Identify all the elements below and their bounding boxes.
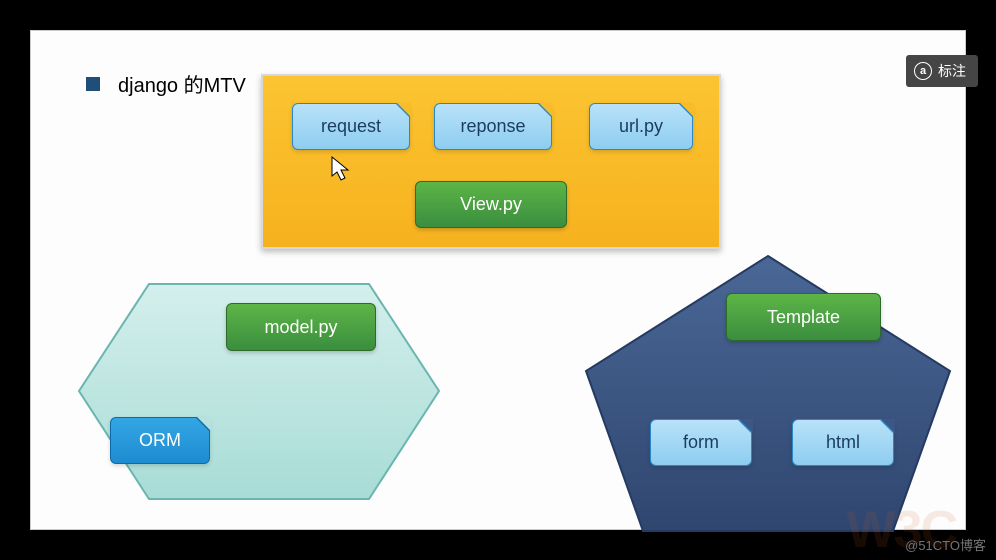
orm-card: ORM [110,417,210,464]
form-label: form [683,432,719,453]
template-label: Template [767,307,840,328]
request-label: request [321,116,381,137]
response-card: reponse [434,103,552,150]
badge-label: 标注 [938,61,966,81]
response-label: reponse [460,116,525,137]
template-group: Template form html [578,251,958,541]
html-card: html [792,419,894,466]
html-label: html [826,432,860,453]
orm-label: ORM [139,430,181,451]
badge-icon: a [914,62,932,80]
request-card: request [292,103,410,150]
diagram-canvas: django 的MTV request reponse url.py View.… [30,30,966,530]
diagram-title: django 的MTV [118,69,246,98]
model-group: model.py ORM [74,279,444,504]
view-label: View.py [460,194,522,215]
annotation-badge[interactable]: a 标注 [906,55,978,87]
model-button: model.py [226,303,376,351]
bullet-icon [86,77,100,91]
url-card: url.py [589,103,693,150]
view-group: request reponse url.py View.py [261,74,721,249]
url-label: url.py [619,116,663,137]
view-button: View.py [415,181,567,228]
attribution-text: @51CTO博客 [905,535,986,554]
form-card: form [650,419,752,466]
template-button: Template [726,293,881,341]
model-label: model.py [264,317,337,338]
title-area: django 的MTV [86,69,246,98]
